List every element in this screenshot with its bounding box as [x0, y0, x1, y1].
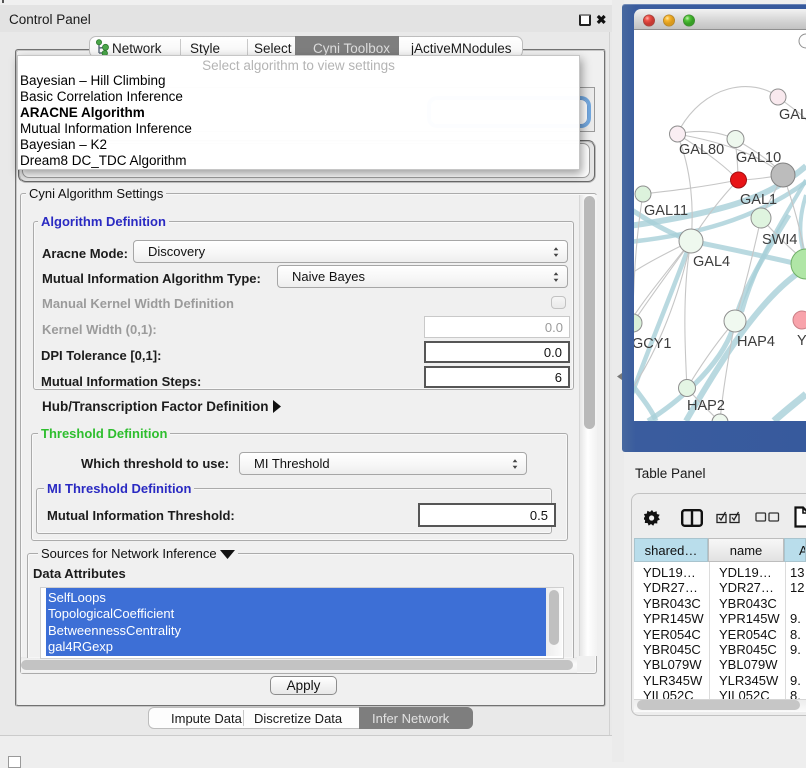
svg-text:GAL11: GAL11: [644, 203, 688, 219]
svg-text:GAL: GAL: [779, 107, 806, 123]
svg-text:HAP4: HAP4: [737, 334, 775, 350]
svg-text:GAL1: GAL1: [740, 192, 777, 208]
svg-text:GAL10: GAL10: [736, 150, 781, 166]
svg-text:GAL4: GAL4: [693, 254, 730, 270]
svg-text:GAL80: GAL80: [679, 142, 724, 158]
svg-text:Y: Y: [797, 333, 806, 349]
svg-text:GCY1: GCY1: [634, 336, 672, 352]
svg-text:SWI4: SWI4: [762, 232, 797, 248]
svg-text:HAP2: HAP2: [687, 398, 725, 414]
